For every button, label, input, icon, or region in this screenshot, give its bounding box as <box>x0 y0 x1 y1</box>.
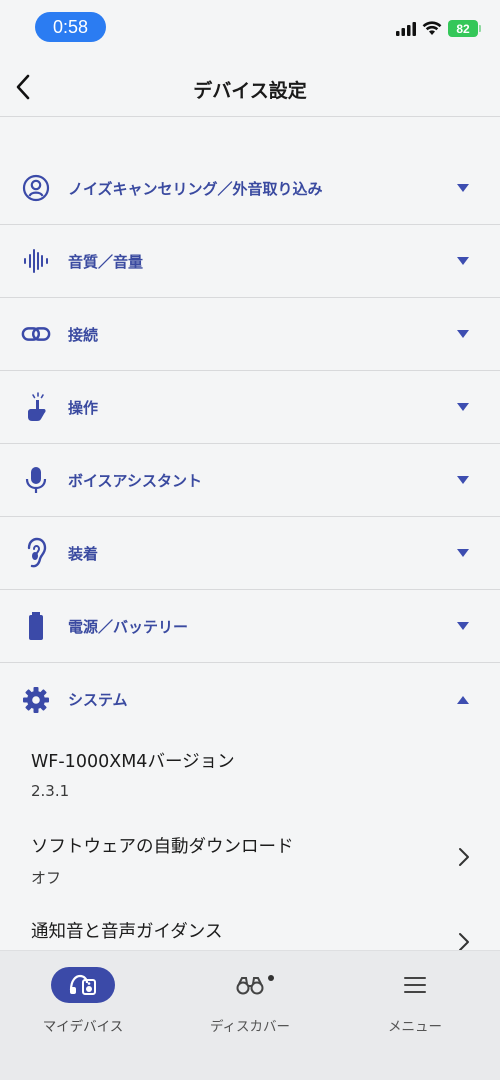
section-connection[interactable]: 接続 <box>0 298 500 371</box>
section-label: 電源／バッテリー <box>68 617 189 636</box>
item-title: 通知音と音声ガイダンス <box>31 922 223 942</box>
section-label: 装着 <box>68 544 99 563</box>
chevron-right-icon <box>459 848 469 866</box>
person-circle-icon <box>21 173 51 203</box>
section-label: 接続 <box>68 325 99 344</box>
auto-download-item[interactable]: ソフトウェアの自動ダウンロード オフ <box>0 821 500 906</box>
ear-icon <box>21 537 51 568</box>
caret-down-icon <box>457 184 469 192</box>
nav-label: マイデバイス <box>42 1019 124 1035</box>
microphone-icon <box>21 465 51 495</box>
page-title: デバイス設定 <box>193 80 307 102</box>
tap-finger-icon <box>21 392 51 422</box>
wifi-icon <box>422 21 442 35</box>
item-value: オフ <box>31 869 62 887</box>
section-label: システム <box>68 691 128 709</box>
section-sound-quality[interactable]: 音質／音量 <box>0 225 500 298</box>
nav-menu[interactable]: メニュー <box>345 967 485 1035</box>
nav-label: ディスカバー <box>209 1019 291 1035</box>
item-value: 2.3.1 <box>31 782 70 800</box>
settings-list: ノイズキャンセリング／外音取り込み 音質／音量 接続 操作 ボイスアシスタント … <box>0 152 500 991</box>
section-label: ボイスアシスタント <box>68 471 202 490</box>
hamburger-menu-icon <box>404 977 426 993</box>
caret-down-icon <box>457 622 469 630</box>
link-icon <box>21 319 51 349</box>
sound-wave-icon <box>21 246 51 276</box>
section-noise-canceling[interactable]: ノイズキャンセリング／外音取り込み <box>0 152 500 225</box>
gear-icon <box>21 685 51 715</box>
chevron-right-icon <box>459 933 469 951</box>
caret-up-icon <box>457 695 469 704</box>
nav-header: デバイス設定 <box>0 56 500 117</box>
section-voice-assistant[interactable]: ボイスアシスタント <box>0 444 500 517</box>
bottom-nav: マイデバイス ディスカバー メニュー <box>0 950 500 1080</box>
status-bar: 0:58 82 <box>0 0 500 56</box>
battery-level: 82 <box>456 21 470 36</box>
section-label: ノイズキャンセリング／外音取り込み <box>68 179 323 198</box>
nav-label: メニュー <box>388 1019 442 1035</box>
section-power-battery[interactable]: 電源／バッテリー <box>0 590 500 663</box>
section-operation[interactable]: 操作 <box>0 371 500 444</box>
battery-icon <box>21 611 51 641</box>
section-label: 操作 <box>68 398 99 417</box>
item-title: WF-1000XM4バージョン <box>31 752 235 772</box>
caret-down-icon <box>457 257 469 265</box>
cellular-signal-icon <box>396 21 416 36</box>
caret-down-icon <box>457 330 469 338</box>
notification-dot <box>268 975 274 981</box>
status-indicators: 82 <box>396 20 481 37</box>
battery-indicator: 82 <box>448 20 481 37</box>
binoculars-icon <box>236 977 264 995</box>
caret-down-icon <box>457 549 469 557</box>
item-title: ソフトウェアの自動ダウンロード <box>31 837 294 857</box>
caret-down-icon <box>457 476 469 484</box>
headphones-device-icon <box>69 974 96 995</box>
status-time: 0:58 <box>35 12 106 42</box>
nav-discover[interactable]: ディスカバー <box>180 967 320 1035</box>
section-wearing[interactable]: 装着 <box>0 517 500 590</box>
caret-down-icon <box>457 403 469 411</box>
section-system[interactable]: システム <box>0 663 500 736</box>
nav-my-device[interactable]: マイデバイス <box>13 967 153 1035</box>
active-indicator <box>51 967 115 1003</box>
firmware-version-item: WF-1000XM4バージョン 2.3.1 <box>0 736 500 821</box>
section-label: 音質／音量 <box>68 252 144 271</box>
